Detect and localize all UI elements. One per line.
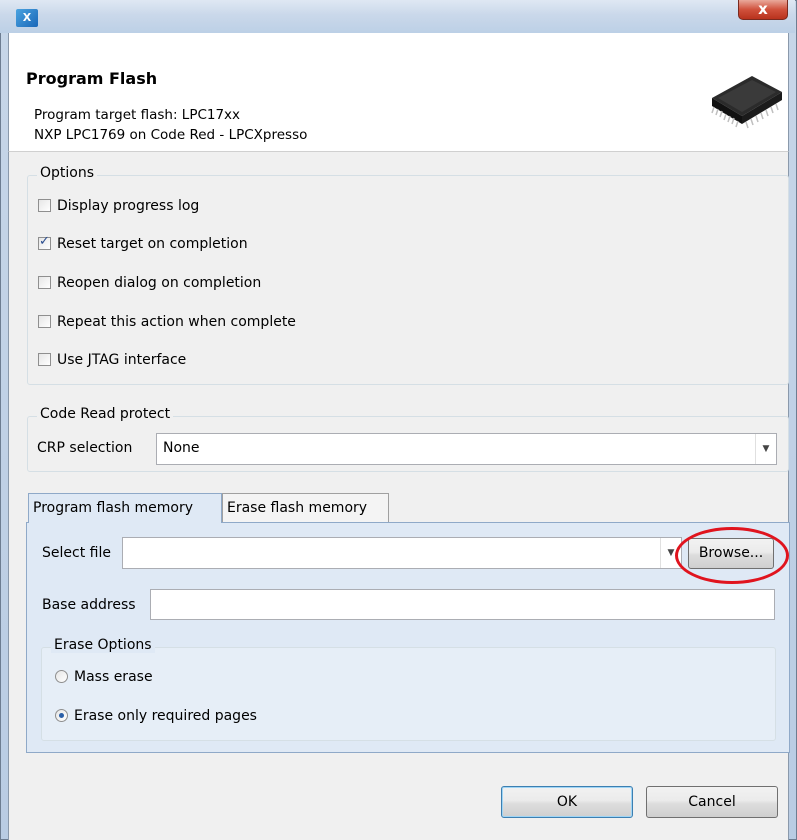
erase-options-legend: Erase Options bbox=[51, 637, 155, 653]
radio-circle[interactable] bbox=[55, 670, 68, 683]
chevron-down-icon[interactable]: ▼ bbox=[755, 434, 776, 464]
reset-target-checkbox[interactable]: Reset target on completion bbox=[38, 234, 248, 252]
app-icon: X bbox=[16, 9, 38, 27]
checkbox-label: Display progress log bbox=[57, 198, 200, 214]
options-legend: Options bbox=[37, 165, 98, 181]
chip-icon bbox=[711, 76, 782, 129]
reopen-dialog-checkbox[interactable]: Reopen dialog on completion bbox=[38, 275, 261, 291]
checkbox-label: Repeat this action when complete bbox=[57, 314, 296, 330]
checkbox-label: Reopen dialog on completion bbox=[57, 275, 262, 291]
base-address-input[interactable] bbox=[150, 589, 775, 620]
mass-erase-radio[interactable]: Mass erase bbox=[55, 669, 153, 685]
checkbox-box[interactable] bbox=[38, 276, 51, 289]
browse-button[interactable]: Browse... bbox=[688, 538, 774, 569]
cancel-button[interactable]: Cancel bbox=[646, 786, 778, 818]
tab-erase-flash-memory[interactable]: Erase flash memory bbox=[222, 493, 389, 522]
target-flash-text: Program target flash: LPC17xx bbox=[34, 107, 241, 123]
checkbox-box[interactable] bbox=[38, 234, 51, 250]
title-bar: X x bbox=[0, 0, 795, 33]
code-read-protect-legend: Code Read protect bbox=[37, 406, 174, 422]
checkbox-label: Use JTAG interface bbox=[57, 352, 187, 368]
tab-program-flash-memory[interactable]: Program flash memory bbox=[28, 493, 222, 523]
chevron-down-icon[interactable]: ▼ bbox=[660, 538, 681, 568]
repeat-action-checkbox[interactable]: Repeat this action when complete bbox=[38, 314, 296, 330]
use-jtag-checkbox[interactable]: Use JTAG interface bbox=[38, 352, 186, 368]
radio-circle[interactable] bbox=[55, 709, 68, 722]
close-button[interactable]: x bbox=[738, 0, 788, 20]
select-file-dropdown[interactable]: ▼ bbox=[122, 537, 682, 569]
dialog-title: Program Flash bbox=[26, 69, 158, 88]
erase-options-group bbox=[41, 647, 776, 741]
checkbox-label: Reset target on completion bbox=[57, 236, 248, 252]
checkbox-box[interactable] bbox=[38, 353, 51, 366]
crp-selection-label: CRP selection bbox=[37, 440, 133, 456]
crp-selection-dropdown[interactable]: None ▼ bbox=[156, 433, 777, 465]
radio-label: Mass erase bbox=[74, 669, 153, 685]
erase-required-pages-radio[interactable]: Erase only required pages bbox=[55, 708, 257, 724]
checkbox-box[interactable] bbox=[38, 315, 51, 328]
base-address-label: Base address bbox=[42, 597, 136, 613]
select-file-label: Select file bbox=[42, 545, 111, 561]
device-text: NXP LPC1769 on Code Red - LPCXpresso bbox=[34, 127, 308, 143]
crp-selection-value: None bbox=[163, 440, 200, 456]
display-progress-log-checkbox[interactable]: Display progress log bbox=[38, 198, 199, 214]
checkbox-box[interactable] bbox=[38, 199, 51, 212]
radio-label: Erase only required pages bbox=[74, 708, 257, 724]
ok-button[interactable]: OK bbox=[501, 786, 633, 818]
